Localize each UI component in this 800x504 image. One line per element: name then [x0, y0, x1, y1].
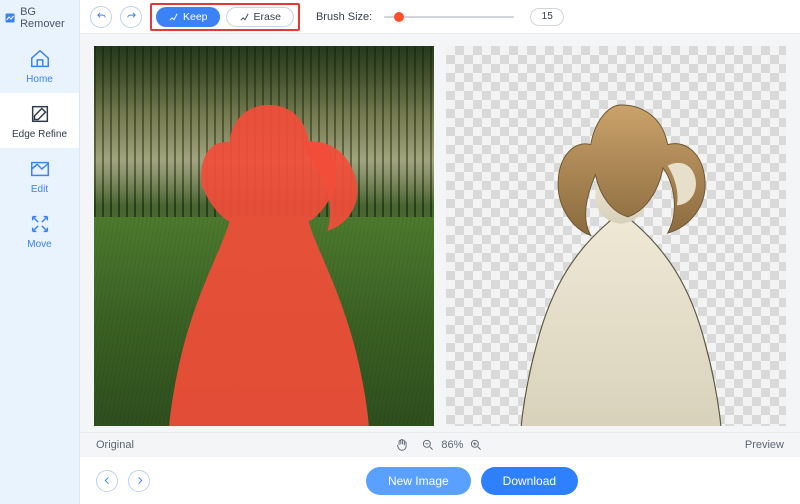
edit-icon — [29, 158, 51, 180]
erase-brush-icon — [239, 11, 250, 22]
chevron-left-icon — [102, 475, 113, 486]
zoom-out-icon — [421, 438, 435, 452]
brush-size-slider[interactable] — [384, 10, 514, 24]
keep-erase-highlight: Keep Erase — [150, 3, 300, 31]
prev-image-button[interactable] — [96, 470, 118, 492]
sidebar-item-label: Edit — [31, 184, 48, 195]
undo-icon — [96, 11, 107, 22]
sidebar-item-edit[interactable]: Edit — [0, 148, 79, 203]
footer: New Image Download — [80, 456, 800, 504]
redo-button[interactable] — [120, 6, 142, 28]
erase-button[interactable]: Erase — [226, 7, 294, 27]
app-title: BG Remover — [20, 6, 75, 30]
sidebar-item-label: Edge Refine — [12, 129, 67, 140]
pan-button[interactable] — [394, 437, 410, 453]
brush-size-value[interactable]: 15 — [530, 8, 564, 26]
app-brand: BG Remover — [0, 0, 79, 38]
preview-panel[interactable] — [446, 46, 786, 426]
sidebar-item-move[interactable]: Move — [0, 203, 79, 258]
download-button[interactable]: Download — [481, 467, 578, 495]
zoom-in-button[interactable] — [468, 437, 484, 453]
main: Keep Erase Brush Size: 15 — [80, 0, 800, 504]
canvas-area — [80, 34, 800, 432]
home-icon — [29, 48, 51, 70]
zoom-percent: 86% — [441, 439, 463, 451]
sidebar: BG Remover Home Edge Refine Edit Move — [0, 0, 80, 504]
preview-label: Preview — [745, 439, 784, 451]
preview-figure — [495, 84, 747, 426]
undo-button[interactable] — [90, 6, 112, 28]
original-panel[interactable] — [94, 46, 434, 426]
brush-size-label: Brush Size: — [316, 11, 372, 23]
new-image-button[interactable]: New Image — [366, 467, 471, 495]
zoom-out-button[interactable] — [420, 437, 436, 453]
hand-icon — [395, 438, 409, 452]
app-logo-icon — [4, 11, 16, 25]
erase-label: Erase — [254, 11, 281, 23]
edge-refine-icon — [29, 103, 51, 125]
original-label: Original — [96, 439, 134, 451]
keep-label: Keep — [183, 11, 208, 23]
new-image-label: New Image — [388, 474, 449, 488]
move-icon — [29, 213, 51, 235]
download-label: Download — [503, 474, 556, 488]
slider-thumb[interactable] — [394, 12, 404, 22]
redo-icon — [126, 11, 137, 22]
status-bar: Original 86% Preview — [80, 432, 800, 456]
next-image-button[interactable] — [128, 470, 150, 492]
original-figure — [143, 84, 395, 426]
sidebar-item-home[interactable]: Home — [0, 38, 79, 93]
sidebar-item-label: Move — [27, 239, 51, 250]
toolbar: Keep Erase Brush Size: 15 — [80, 0, 800, 34]
keep-button[interactable]: Keep — [156, 7, 220, 27]
keep-brush-icon — [168, 11, 179, 22]
sidebar-item-edge-refine[interactable]: Edge Refine — [0, 93, 79, 148]
sidebar-item-label: Home — [26, 74, 53, 85]
zoom-in-icon — [469, 438, 483, 452]
chevron-right-icon — [134, 475, 145, 486]
